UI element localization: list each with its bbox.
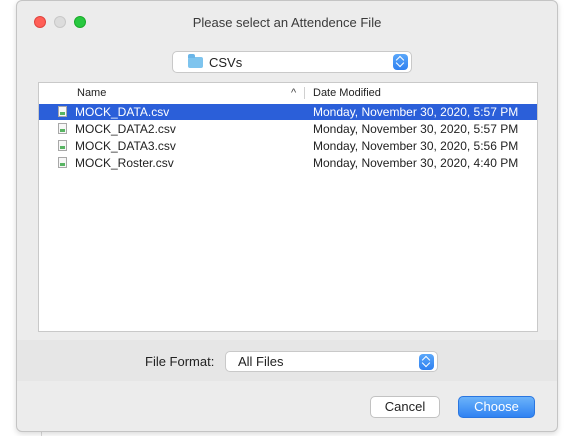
csv-file-icon — [58, 106, 67, 117]
file-name: MOCK_DATA.csv — [75, 105, 170, 119]
csv-file-icon — [58, 140, 67, 151]
column-header-name[interactable]: Name — [77, 87, 106, 99]
sort-ascending-icon: ^ — [291, 87, 297, 99]
file-format-bar: File Format: All Files — [17, 340, 557, 381]
file-name: MOCK_DATA2.csv — [75, 122, 176, 136]
title-bar: Please select an Attendence File — [17, 1, 557, 43]
file-chooser-dialog: Please select an Attendence File CSVs Na… — [16, 0, 558, 432]
up-down-stepper-icon — [419, 354, 434, 370]
file-format-value: All Files — [238, 354, 284, 369]
location-folder-label: CSVs — [209, 55, 243, 70]
file-row[interactable]: MOCK_Roster.csv Monday, November 30, 202… — [39, 155, 537, 171]
file-row[interactable]: MOCK_DATA2.csv Monday, November 30, 2020… — [39, 121, 537, 137]
window-title: Please select an Attendence File — [192, 15, 382, 30]
cancel-button[interactable]: Cancel — [370, 396, 440, 418]
choose-button[interactable]: Choose — [458, 396, 535, 418]
csv-file-icon — [58, 157, 67, 168]
file-name: MOCK_Roster.csv — [75, 156, 174, 170]
file-date-modified: Monday, November 30, 2020, 5:57 PM — [313, 105, 519, 119]
file-list[interactable]: Name ^ Date Modified MOCK_DATA.csv Monda… — [38, 82, 538, 332]
file-format-dropdown[interactable]: All Files — [225, 351, 438, 372]
file-date-modified: Monday, November 30, 2020, 4:40 PM — [313, 156, 519, 170]
csv-file-icon — [58, 123, 67, 134]
column-header-date-modified[interactable]: Date Modified — [313, 87, 381, 99]
folder-icon — [188, 54, 203, 68]
file-date-modified: Monday, November 30, 2020, 5:56 PM — [313, 139, 519, 153]
file-name: MOCK_DATA3.csv — [75, 139, 176, 153]
file-row[interactable]: MOCK_DATA.csv Monday, November 30, 2020,… — [39, 104, 537, 120]
file-format-label: File Format: — [145, 354, 215, 369]
column-divider — [304, 87, 305, 99]
file-date-modified: Monday, November 30, 2020, 5:57 PM — [313, 122, 519, 136]
file-row[interactable]: MOCK_DATA3.csv Monday, November 30, 2020… — [39, 138, 537, 154]
up-down-stepper-icon — [393, 54, 408, 70]
location-dropdown[interactable]: CSVs — [172, 51, 412, 73]
list-header: Name ^ Date Modified — [39, 83, 537, 103]
